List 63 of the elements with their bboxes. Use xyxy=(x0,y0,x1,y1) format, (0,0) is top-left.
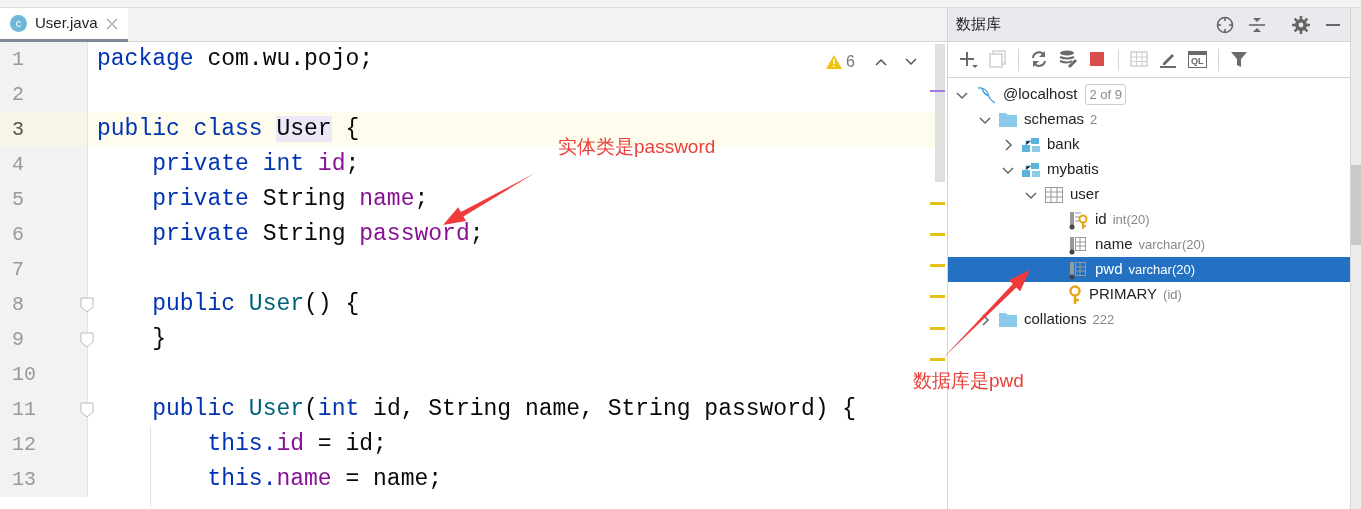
locate-icon[interactable] xyxy=(1216,15,1234,34)
table-icon xyxy=(1045,186,1063,203)
panel-title: 数据库 xyxy=(956,14,1001,35)
line-number: 12 xyxy=(11,432,37,458)
tree-item[interactable]: PRIMARY (id) xyxy=(948,282,1350,307)
tree-item[interactable]: id int(20) xyxy=(948,207,1350,232)
warning-marker xyxy=(930,295,945,298)
warning-marker xyxy=(930,358,945,361)
annotation: 实体类是password xyxy=(558,135,716,159)
warning-marker xyxy=(930,233,945,236)
tree-item[interactable]: name varchar(20) xyxy=(948,232,1350,257)
warning-marker xyxy=(930,202,945,205)
collapse-chevron-icon[interactable] xyxy=(979,313,991,326)
dolphin-icon xyxy=(976,84,996,105)
key-column-icon xyxy=(1068,209,1088,230)
settings-icon[interactable] xyxy=(1292,15,1310,34)
code-line: package com.wu.pojo; xyxy=(96,45,374,74)
console-button[interactable]: QL xyxy=(1188,51,1207,68)
collapse-chevron-icon[interactable] xyxy=(1002,138,1014,151)
column-icon xyxy=(1068,259,1088,280)
code-line: this.id = id; xyxy=(206,430,387,459)
tree-item[interactable]: bank xyxy=(948,132,1350,157)
change-marker xyxy=(930,90,945,92)
line-number: 13 xyxy=(11,467,37,493)
folder-icon xyxy=(999,112,1017,127)
warning-marker xyxy=(930,327,945,330)
column-icon xyxy=(1068,234,1088,255)
file-tab[interactable]: c User.java xyxy=(0,8,128,42)
tree-item[interactable]: collations 222 xyxy=(948,307,1350,332)
line-number: 5 xyxy=(11,187,25,213)
code-line: public class User { xyxy=(96,115,360,144)
line-number: 11 xyxy=(11,397,37,423)
code-line: private int id; xyxy=(151,150,360,179)
tree-item[interactable]: schemas 2 xyxy=(948,107,1350,132)
code-line: private String name; xyxy=(151,185,429,214)
collapse-icon[interactable] xyxy=(1248,15,1266,34)
tree-item[interactable]: @localhost 2 of 9 xyxy=(948,82,1350,107)
line-number: 9 xyxy=(11,327,25,353)
line-number: 3 xyxy=(11,117,25,143)
tree-item[interactable]: pwd varchar(20) xyxy=(948,257,1350,282)
line-number: 6 xyxy=(11,222,25,248)
schema-icon xyxy=(1022,161,1040,178)
line-number: 2 xyxy=(11,82,25,108)
code-line: this.name = name; xyxy=(206,465,443,494)
code-line: public User() { xyxy=(151,290,360,319)
warning-count[interactable]: 6 xyxy=(846,50,855,74)
code-line: } xyxy=(151,325,166,354)
scrollbar[interactable] xyxy=(935,44,945,182)
line-number: 1 xyxy=(11,47,25,73)
code-line: private String password; xyxy=(151,220,484,249)
line-number: 4 xyxy=(11,152,25,178)
warning-marker xyxy=(930,264,945,267)
folder-icon xyxy=(999,312,1017,327)
annotation: 数据库是pwd xyxy=(913,369,1024,393)
line-number: 10 xyxy=(11,362,37,388)
line-number: 8 xyxy=(11,292,25,318)
class-icon: c xyxy=(10,15,27,32)
tree-item[interactable]: user xyxy=(948,182,1350,207)
tree-item[interactable]: mybatis xyxy=(948,157,1350,182)
line-number: 7 xyxy=(11,257,25,283)
key-icon xyxy=(1068,284,1082,305)
code-line: public User(int id, String name, String password) { xyxy=(151,395,857,424)
schema-icon xyxy=(1022,136,1040,153)
